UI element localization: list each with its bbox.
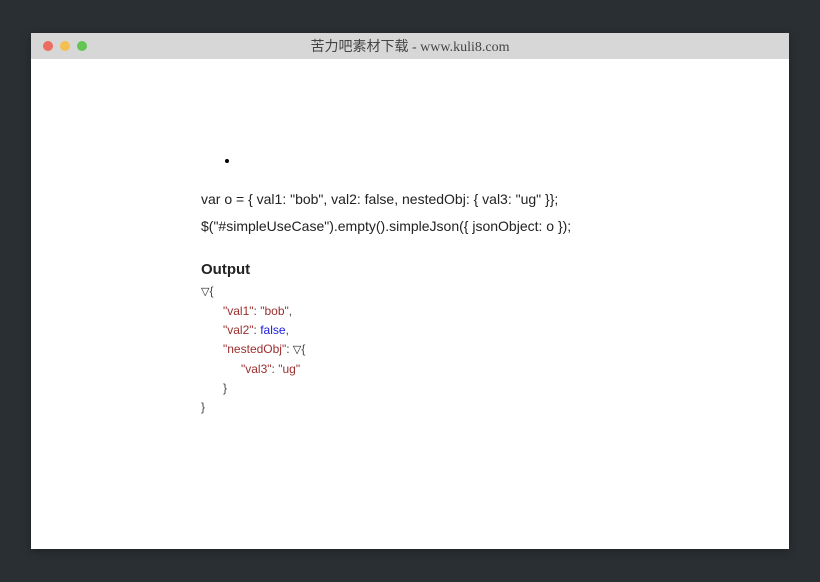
json-row-nestedobj: "nestedObj": ▽{ <box>223 340 739 360</box>
content-area: var o = { val1: "bob", val2: false, nest… <box>31 59 789 549</box>
json-key: "val1" <box>223 304 254 318</box>
json-row-close-inner: } <box>223 379 739 398</box>
json-row-root: ▽{ <box>201 282 739 302</box>
code-line-1: var o = { val1: "bob", val2: false, nest… <box>201 187 739 212</box>
comma: , <box>289 304 292 318</box>
app-window: 苦力吧素材下载 - www.kuli8.com var o = { val1: … <box>31 33 789 549</box>
json-key: "val3" <box>241 362 272 376</box>
window-controls <box>43 41 87 51</box>
output-heading: Output <box>201 261 739 278</box>
bullet-icon <box>225 159 229 163</box>
json-output: ▽{ "val1": "bob", "val2": false, "nested… <box>201 282 739 417</box>
json-key: "val2" <box>223 323 254 337</box>
comma: , <box>286 323 289 337</box>
code-line-2: $("#simpleUseCase").empty().simpleJson({… <box>201 214 739 239</box>
json-key: "nestedObj" <box>223 342 286 356</box>
open-brace: { <box>301 342 305 356</box>
minimize-icon[interactable] <box>60 41 70 51</box>
open-brace: { <box>209 284 213 298</box>
window-title: 苦力吧素材下载 - www.kuli8.com <box>31 36 789 56</box>
titlebar: 苦力吧素材下载 - www.kuli8.com <box>31 33 789 59</box>
json-row-val3: "val3": "ug" <box>241 360 739 379</box>
close-brace: } <box>201 400 205 414</box>
bullet-item <box>225 159 739 163</box>
json-value: "bob" <box>260 304 289 318</box>
maximize-icon[interactable] <box>77 41 87 51</box>
json-value: false <box>260 323 285 337</box>
json-value: "ug" <box>278 362 300 376</box>
colon: : <box>286 342 293 356</box>
close-brace: } <box>223 381 227 395</box>
json-row-val2: "val2": false, <box>223 321 739 340</box>
json-row-close-root: } <box>201 398 739 417</box>
close-icon[interactable] <box>43 41 53 51</box>
json-row-val1: "val1": "bob", <box>223 302 739 321</box>
